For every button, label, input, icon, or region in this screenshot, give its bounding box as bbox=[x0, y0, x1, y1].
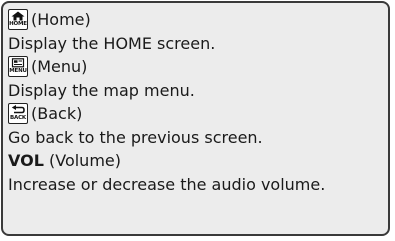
home-entry-heading: HOME (Home) bbox=[8, 8, 388, 32]
home-entry-description: Display the HOME screen. bbox=[8, 33, 216, 53]
menu-icon: MENU bbox=[8, 56, 28, 78]
volume-entry-name: (Volume) bbox=[49, 151, 121, 170]
home-icon: HOME bbox=[8, 9, 28, 31]
menu-icon-caption: MENU bbox=[9, 68, 27, 75]
volume-label: VOL bbox=[8, 151, 44, 170]
menu-entry-description: Display the map menu. bbox=[8, 80, 195, 100]
menu-entry-name: (Menu) bbox=[31, 57, 88, 76]
back-icon: BACK bbox=[8, 103, 28, 125]
home-entry-name: (Home) bbox=[31, 10, 91, 29]
back-entry-name: (Back) bbox=[31, 104, 83, 123]
button-reference-panel: HOME (Home) Display the HOME screen. MEN… bbox=[1, 1, 390, 236]
menu-entry-heading: MENU (Menu) bbox=[8, 55, 388, 79]
back-entry-description: Go back to the previous screen. bbox=[8, 127, 263, 147]
volume-entry-description: Increase or decrease the audio volume. bbox=[8, 174, 326, 194]
volume-entry-heading: VOL (Volume) bbox=[8, 149, 388, 173]
back-entry-heading: BACK (Back) bbox=[8, 102, 388, 126]
back-icon-caption: BACK bbox=[10, 115, 26, 122]
home-icon-caption: HOME bbox=[9, 21, 27, 28]
